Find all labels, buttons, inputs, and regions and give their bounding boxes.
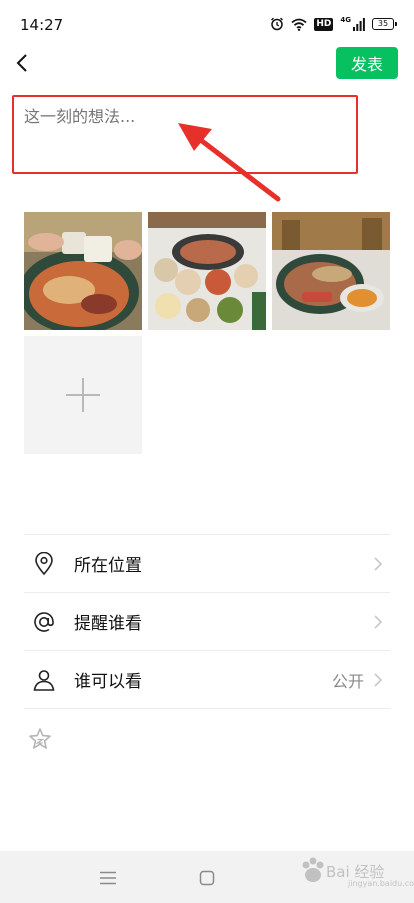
at-sign-icon bbox=[32, 610, 56, 634]
watermark-subtext: jingyan.baidu.com bbox=[348, 879, 414, 888]
photo-thumbnail-3[interactable] bbox=[272, 212, 390, 330]
photo-thumbnail-1[interactable] bbox=[24, 212, 142, 330]
chevron-right-icon bbox=[374, 672, 383, 687]
star-button[interactable] bbox=[28, 727, 52, 755]
signal-4g-icon: 4G bbox=[340, 17, 365, 31]
add-photo-button[interactable] bbox=[24, 336, 142, 454]
home-square-icon[interactable] bbox=[197, 868, 217, 888]
chevron-right-icon bbox=[374, 556, 383, 571]
status-time: 14:27 bbox=[20, 16, 64, 34]
baidu-jingyan-watermark: Bai 经验 jingyan.baidu.com bbox=[300, 853, 414, 893]
mention-row[interactable]: 提醒谁看 bbox=[24, 593, 390, 651]
visibility-label: 谁可以看 bbox=[74, 672, 142, 692]
hd-icon: HD bbox=[314, 17, 334, 31]
location-pin-icon bbox=[32, 551, 56, 576]
menu-icon[interactable] bbox=[98, 868, 118, 888]
annotation-arrow-icon bbox=[178, 123, 281, 202]
chevron-left-icon bbox=[16, 54, 27, 72]
alarm-icon bbox=[270, 17, 284, 31]
person-icon bbox=[32, 668, 56, 692]
wifi-icon bbox=[291, 18, 307, 31]
status-bar: 14:27 HD 4G 35 bbox=[0, 0, 414, 46]
photo-thumbnail-2[interactable] bbox=[148, 212, 266, 330]
post-button[interactable]: 发表 bbox=[336, 47, 398, 79]
location-row[interactable]: 所在位置 bbox=[24, 535, 390, 593]
status-icons: HD 4G 35 bbox=[270, 15, 397, 33]
post-settings-list: 所在位置 提醒谁看 谁可以看 公开 bbox=[24, 534, 390, 709]
visibility-value: 公开 bbox=[331, 671, 364, 691]
location-label: 所在位置 bbox=[74, 556, 142, 576]
visibility-row[interactable]: 谁可以看 公开 bbox=[24, 651, 390, 709]
star-icon bbox=[29, 728, 51, 749]
chevron-right-icon bbox=[374, 614, 383, 629]
battery-icon: 35 bbox=[372, 18, 397, 30]
plus-icon bbox=[66, 378, 100, 412]
mention-label: 提醒谁看 bbox=[74, 614, 142, 634]
back-button[interactable] bbox=[10, 50, 34, 76]
paw-logo-icon bbox=[302, 857, 324, 882]
